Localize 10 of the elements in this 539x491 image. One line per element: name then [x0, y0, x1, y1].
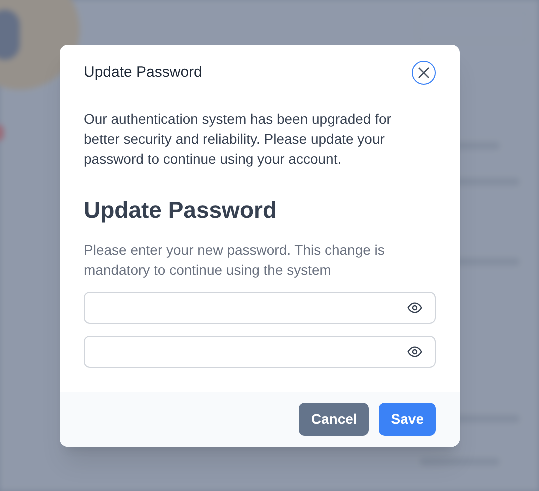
intro-text: Our authentication system has been upgraded for better security and reliability. Please update your password to continue using your account. [84, 110, 392, 169]
cancel-button[interactable]: Cancel [299, 402, 370, 436]
instructions-text: Please enter your new password. This change is mandatory to continue using the system [84, 240, 386, 280]
form-heading: Update Password [84, 196, 278, 225]
close-button[interactable] [412, 61, 436, 85]
dialog-title: Update Password [84, 62, 202, 83]
password-field[interactable] [84, 292, 436, 324]
password-field[interactable] [84, 336, 436, 368]
close-icon [418, 67, 430, 79]
save-button[interactable]: Save [379, 402, 436, 436]
